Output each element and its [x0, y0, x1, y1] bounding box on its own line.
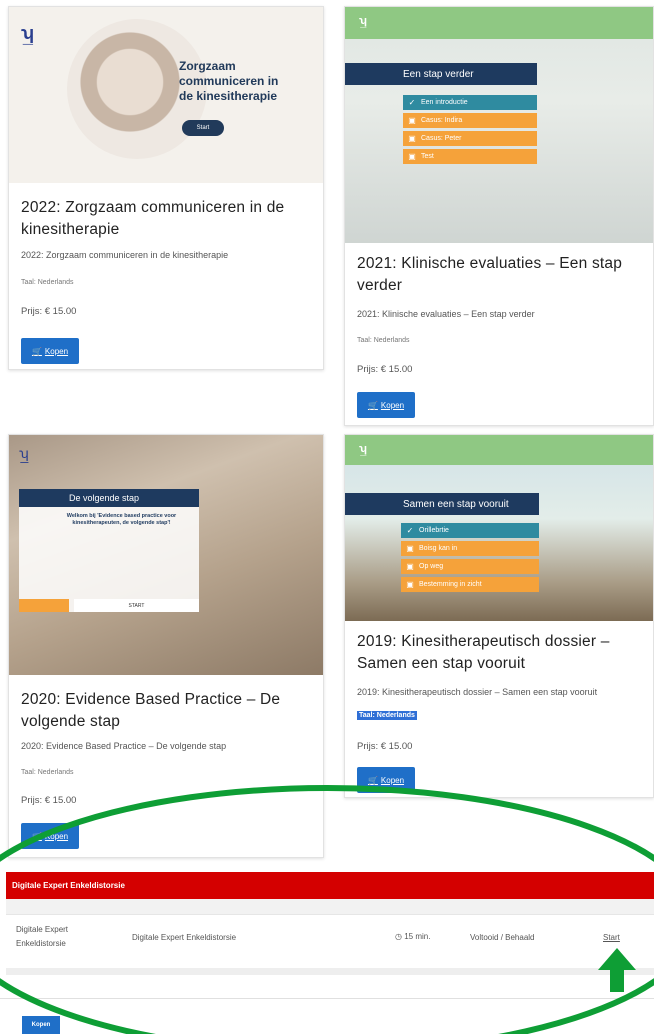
table-row: Digitale Expert Enkeldistorsie Digitale … — [6, 914, 654, 969]
pro-q-kine-logo-icon: ʮ̲ — [359, 15, 368, 27]
thumb-heading: Een stap verder — [403, 68, 474, 80]
bottom-buy-button[interactable]: Kopen — [22, 1016, 60, 1034]
module-name: Digitale Expert Enkeldistorsie — [16, 925, 69, 948]
buy-button[interactable]: 🛒 Kopen — [21, 823, 79, 849]
thumb-question: Welkom bij 'Evidence based practice voor… — [66, 513, 177, 526]
clock-icon: ◷ — [395, 932, 402, 941]
module-header: Digitale Expert Enkeldistorsie — [6, 872, 654, 899]
menu-item: ✓ Orillebrtie — [401, 523, 539, 538]
thumb-heading: Zorgzaam communiceren in de kinesitherap… — [179, 59, 279, 103]
lock-icon: ▣ — [406, 544, 414, 553]
pro-q-kine-logo-icon: ʮ̲ — [19, 445, 29, 461]
thumb-title-bar: Samen een stap vooruit — [345, 493, 539, 515]
menu-item: ▣ Boisg kan in — [401, 541, 539, 556]
buy-button[interactable]: 🛒 Kopen — [21, 338, 79, 364]
course-card-2022: ʮ̲ Zorgzaam communiceren in de kinesithe… — [8, 6, 324, 370]
cart-icon: 🛒 — [31, 346, 42, 356]
card-language: Taal: Nederlands — [21, 279, 74, 286]
card-title[interactable]: 2019: Kinesitherapeutisch dossier – Same… — [357, 631, 643, 675]
menu-item: ▣ Casus: Peter — [403, 131, 537, 146]
card-language: Taal: Nederlands — [21, 769, 74, 776]
lock-icon: ▣ — [408, 152, 416, 161]
card-language: Taal: Nederlands — [357, 337, 410, 344]
header-bar: ʮ̲ — [345, 7, 653, 39]
card-language: Taal: Nederlands — [357, 711, 417, 720]
lock-icon: ▣ — [408, 116, 416, 125]
thumb-title-bar: Een stap verder — [345, 63, 537, 85]
card-subtitle: 2021: Klinische evaluaties – Een stap ve… — [357, 309, 535, 319]
thumb-start-button: START — [74, 599, 199, 612]
cart-icon: 🛒 — [367, 775, 378, 785]
card-price: Prijs: € 15.00 — [21, 795, 77, 806]
menu-item: ▣ Bestemming in zicht — [401, 577, 539, 592]
module-status: Voltooid / Behaald — [470, 933, 535, 942]
buy-label: Kopen — [380, 775, 405, 785]
module-duration: ◷ 15 min. — [395, 932, 431, 941]
menu-item: ▣ Op weg — [401, 559, 539, 574]
lock-icon: ▣ — [406, 580, 414, 589]
course-card-2019: ʮ̲ Samen een stap vooruit ✓ Orillebrtie ▣… — [344, 434, 654, 798]
buy-button[interactable]: 🛒 Kopen — [357, 767, 415, 793]
menu-item: ✓ Een introductie — [403, 95, 537, 110]
menu-item: ▣ Casus: Indira — [403, 113, 537, 128]
thumb-heading: De volgende stap — [69, 493, 140, 503]
card-price: Prijs: € 15.00 — [21, 306, 77, 317]
course-card-2021: ʮ̲ Een stap verder ✓ Een introductie ▣ Cas… — [344, 6, 654, 426]
cart-icon: 🛒 — [367, 400, 378, 410]
course-card-2020: ʮ̲ De volgende stap Welkom bij 'Evidence… — [8, 434, 324, 858]
buy-label: Kopen — [44, 346, 69, 356]
pro-q-kine-logo-icon: ʮ̲ — [359, 443, 368, 455]
lock-icon: ▣ — [406, 562, 414, 571]
card-title[interactable]: 2022: Zorgzaam communiceren in de kinesi… — [21, 197, 313, 241]
card-subtitle: 2022: Zorgzaam communiceren in de kinesi… — [21, 250, 229, 260]
check-icon: ✓ — [408, 98, 416, 107]
buy-label: Kopen — [380, 400, 405, 410]
module-description: Digitale Expert Enkeldistorsie — [132, 933, 237, 942]
course-thumbnail[interactable]: ʮ̲ De volgende stap Welkom bij 'Evidence… — [9, 435, 323, 675]
header-bar: ʮ̲ — [345, 435, 653, 465]
card-subtitle: 2020: Evidence Based Practice – De volge… — [21, 741, 227, 751]
pro-q-kine-logo-icon: ʮ̲ — [21, 23, 35, 43]
card-price: Prijs: € 15.00 — [357, 364, 413, 375]
buy-button[interactable]: 🛒 Kopen — [357, 392, 415, 418]
course-thumbnail[interactable]: ʮ̲ Een stap verder ✓ Een introductie ▣ Cas… — [345, 7, 653, 243]
thumb-heading: Samen een stap vooruit — [403, 498, 509, 510]
module-table: Digitale Expert Enkeldistorsie Digitale … — [6, 872, 654, 975]
thumb-dialog: De volgende stap Welkom bij 'Evidence ba… — [19, 489, 199, 612]
start-link[interactable]: Start — [603, 933, 620, 942]
course-thumbnail[interactable]: ʮ̲ Zorgzaam communiceren in de kinesithe… — [9, 7, 323, 183]
thumb-start-button: Start — [182, 120, 224, 136]
check-icon: ✓ — [406, 526, 414, 535]
lock-icon: ▣ — [408, 134, 416, 143]
menu-item: ▣ Test — [403, 149, 537, 164]
card-subtitle: 2019: Kinesitherapeutisch dossier – Same… — [357, 687, 598, 697]
course-thumbnail[interactable]: ʮ̲ Samen een stap vooruit ✓ Orillebrtie ▣… — [345, 435, 653, 621]
cart-icon: 🛒 — [31, 831, 42, 841]
divider — [0, 998, 654, 999]
card-price: Prijs: € 15.00 — [357, 741, 413, 752]
buy-label: Kopen — [44, 831, 69, 841]
card-title[interactable]: 2021: Klinische evaluaties – Een stap ve… — [357, 253, 643, 297]
card-title[interactable]: 2020: Evidence Based Practice – De volge… — [21, 689, 313, 733]
